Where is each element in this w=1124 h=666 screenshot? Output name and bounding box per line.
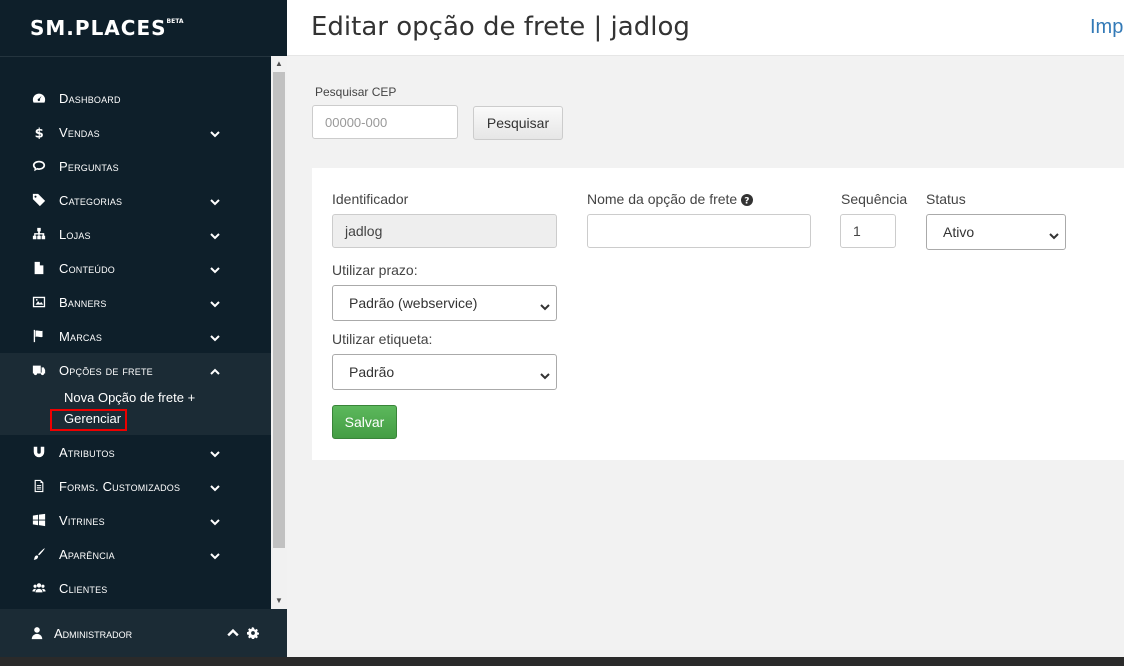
logo-divider — [0, 56, 287, 57]
sequence-label: Sequência — [841, 191, 908, 207]
sidebar-item-banners[interactable]: Banners — [0, 285, 271, 319]
submenu-new-option[interactable]: Nova Opção de frete + — [64, 387, 271, 409]
chevron-down-icon — [210, 447, 220, 458]
frete-submenu: Nova Opção de frete + Gerenciar — [0, 387, 271, 435]
sidebar-item-vendas[interactable]: $ Vendas — [0, 115, 271, 149]
magnet-icon — [30, 445, 48, 459]
status-select[interactable]: Ativo — [926, 214, 1066, 250]
page-header: Editar opção de frete | jadlog Imp — [287, 0, 1124, 56]
chevron-down-icon — [210, 331, 220, 342]
chevron-down-icon — [210, 549, 220, 560]
sidebar-item-marcas[interactable]: Marcas — [0, 319, 271, 353]
sidebar-item-aparencia[interactable]: Aparência — [0, 537, 271, 571]
chevron-down-icon — [210, 297, 220, 308]
brush-icon — [30, 547, 48, 561]
identifier-field: jadlog — [332, 214, 557, 248]
sidebar-item-forms[interactable]: Forms. Customizados — [0, 469, 271, 503]
identifier-label: Identificador — [332, 191, 409, 207]
page-title: Editar opção de frete | jadlog — [311, 12, 690, 42]
file-icon — [30, 261, 48, 275]
shipping-name-field[interactable] — [587, 214, 811, 248]
sidebar-menu: Dashboard $ Vendas Perguntas Categorias … — [0, 81, 271, 605]
prazo-select[interactable]: Padrão (webservice) — [332, 285, 557, 321]
chevron-down-icon — [210, 195, 220, 206]
sidebar: SM.PLACESBETA Dashboard $ Vendas Pergunt… — [0, 0, 287, 666]
chevron-down-icon — [210, 263, 220, 274]
chevron-down-icon — [540, 299, 550, 311]
taskbar-strip — [0, 657, 1124, 666]
shipping-option-form: Identificador jadlog Nome da opção de fr… — [312, 168, 1124, 460]
windows-icon — [30, 513, 48, 527]
chevron-down-icon — [1049, 228, 1059, 240]
sidebar-item-perguntas[interactable]: Perguntas — [0, 149, 271, 183]
sidebar-item-opcoes-frete[interactable]: Opções de frete — [0, 353, 271, 387]
dollar-icon: $ — [30, 125, 48, 139]
chevron-down-icon — [210, 481, 220, 492]
help-icon[interactable]: ? — [741, 193, 754, 207]
save-button[interactable]: Salvar — [332, 405, 397, 439]
scroll-down-arrow-icon[interactable]: ▼ — [271, 593, 287, 609]
shipping-name-label: Nome da opção de frete? — [587, 191, 754, 207]
chevron-down-icon — [210, 229, 220, 240]
status-label: Status — [926, 191, 966, 207]
sidebar-item-lojas[interactable]: Lojas — [0, 217, 271, 251]
sidebar-item-categorias[interactable]: Categorias — [0, 183, 271, 217]
chevron-up-icon[interactable] — [227, 627, 239, 642]
form-icon — [30, 479, 48, 493]
prazo-label: Utilizar prazo: — [332, 262, 418, 278]
tags-icon — [30, 193, 48, 207]
sitemap-icon — [30, 227, 48, 241]
cep-search-button[interactable]: Pesquisar — [473, 106, 563, 140]
cep-search-input[interactable] — [312, 105, 458, 139]
submenu-manage[interactable]: Gerenciar — [50, 409, 128, 431]
etiqueta-label: Utilizar etiqueta: — [332, 331, 433, 347]
chevron-up-icon — [210, 365, 220, 375]
sidebar-section-frete: Opções de frete Nova Opção de frete + Ge… — [0, 353, 271, 435]
svg-text:?: ? — [745, 197, 750, 207]
users-icon — [30, 581, 48, 595]
etiqueta-select[interactable]: Padrão — [332, 354, 557, 390]
flag-icon — [30, 329, 48, 343]
cep-search-label: Pesquisar CEP — [315, 85, 397, 99]
user-icon — [30, 626, 44, 640]
scroll-up-arrow-icon[interactable]: ▲ — [271, 56, 287, 72]
sequence-field[interactable]: 1 — [840, 214, 896, 248]
sidebar-item-atributos[interactable]: Atributos — [0, 435, 271, 469]
sidebar-item-vitrines[interactable]: Vitrines — [0, 503, 271, 537]
sidebar-item-conteudo[interactable]: Conteúdo — [0, 251, 271, 285]
dashboard-icon — [30, 91, 48, 105]
chevron-down-icon — [210, 127, 220, 138]
sidebar-item-dashboard[interactable]: Dashboard — [0, 81, 271, 115]
svg-text:$: $ — [35, 126, 44, 139]
chevron-down-icon — [210, 515, 220, 526]
comments-icon — [30, 159, 48, 173]
logo[interactable]: SM.PLACESBETA — [30, 16, 183, 40]
sidebar-item-clientes[interactable]: Clientes — [0, 571, 271, 605]
header-link[interactable]: Imp — [1090, 16, 1123, 39]
truck-icon — [30, 363, 48, 377]
gear-icon[interactable] — [247, 627, 259, 642]
sidebar-scrollbar-thumb[interactable] — [273, 72, 285, 548]
admin-menu[interactable]: Administrador — [0, 609, 287, 657]
chevron-down-icon — [540, 368, 550, 380]
image-icon — [30, 295, 48, 309]
